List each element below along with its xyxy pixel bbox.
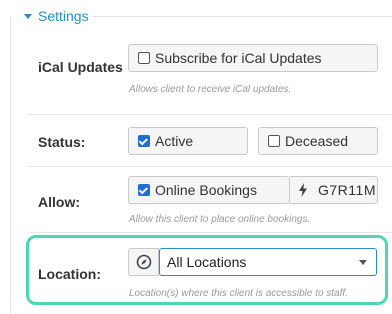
status-deceased-label: Deceased — [285, 133, 349, 149]
location-addon — [128, 248, 159, 276]
booking-code-field[interactable]: G7R11M — [290, 176, 378, 204]
location-select[interactable]: All Locations — [159, 248, 377, 276]
allow-help-text: Allow this client to place online bookin… — [129, 214, 311, 225]
fieldset-top-border — [92, 16, 392, 17]
online-bookings-label: Online Bookings — [155, 182, 257, 198]
ical-label: iCal Updates — [38, 58, 123, 76]
location-selected-value: All Locations — [167, 254, 247, 270]
ical-help-text: Allows client to receive iCal updates. — [129, 84, 292, 95]
allow-label: Allow: — [38, 194, 80, 210]
checkbox-checked-icon — [138, 184, 150, 196]
row-divider — [28, 232, 392, 233]
status-active-label: Active — [155, 133, 194, 149]
status-deceased-checkbox[interactable]: Deceased — [258, 127, 378, 155]
location-help-text: Location(s) where this client is accessi… — [129, 288, 348, 299]
checkbox-icon — [268, 135, 280, 147]
compass-icon — [136, 254, 152, 270]
caret-down-icon — [24, 13, 32, 19]
ical-subscribe-label: Subscribe for iCal Updates — [155, 50, 322, 66]
status-active-checkbox[interactable]: Active — [128, 127, 248, 155]
ical-subscribe-checkbox[interactable]: Subscribe for iCal Updates — [128, 44, 378, 72]
status-label: Status: — [38, 134, 86, 150]
online-bookings-checkbox[interactable]: Online Bookings — [128, 176, 290, 204]
checkbox-checked-icon — [138, 135, 150, 147]
location-label: Location: — [38, 266, 101, 282]
row-divider — [28, 166, 392, 167]
checkbox-icon — [138, 52, 150, 64]
fieldset-border — [10, 16, 11, 314]
settings-legend[interactable]: Settings — [24, 8, 93, 24]
settings-legend-label: Settings — [38, 8, 89, 24]
row-divider — [28, 114, 392, 115]
bolt-icon — [298, 183, 308, 197]
booking-code: G7R11M — [318, 182, 376, 198]
ical-label-text: iCal Updates — [38, 59, 123, 75]
dropdown-arrow-icon — [359, 260, 367, 265]
